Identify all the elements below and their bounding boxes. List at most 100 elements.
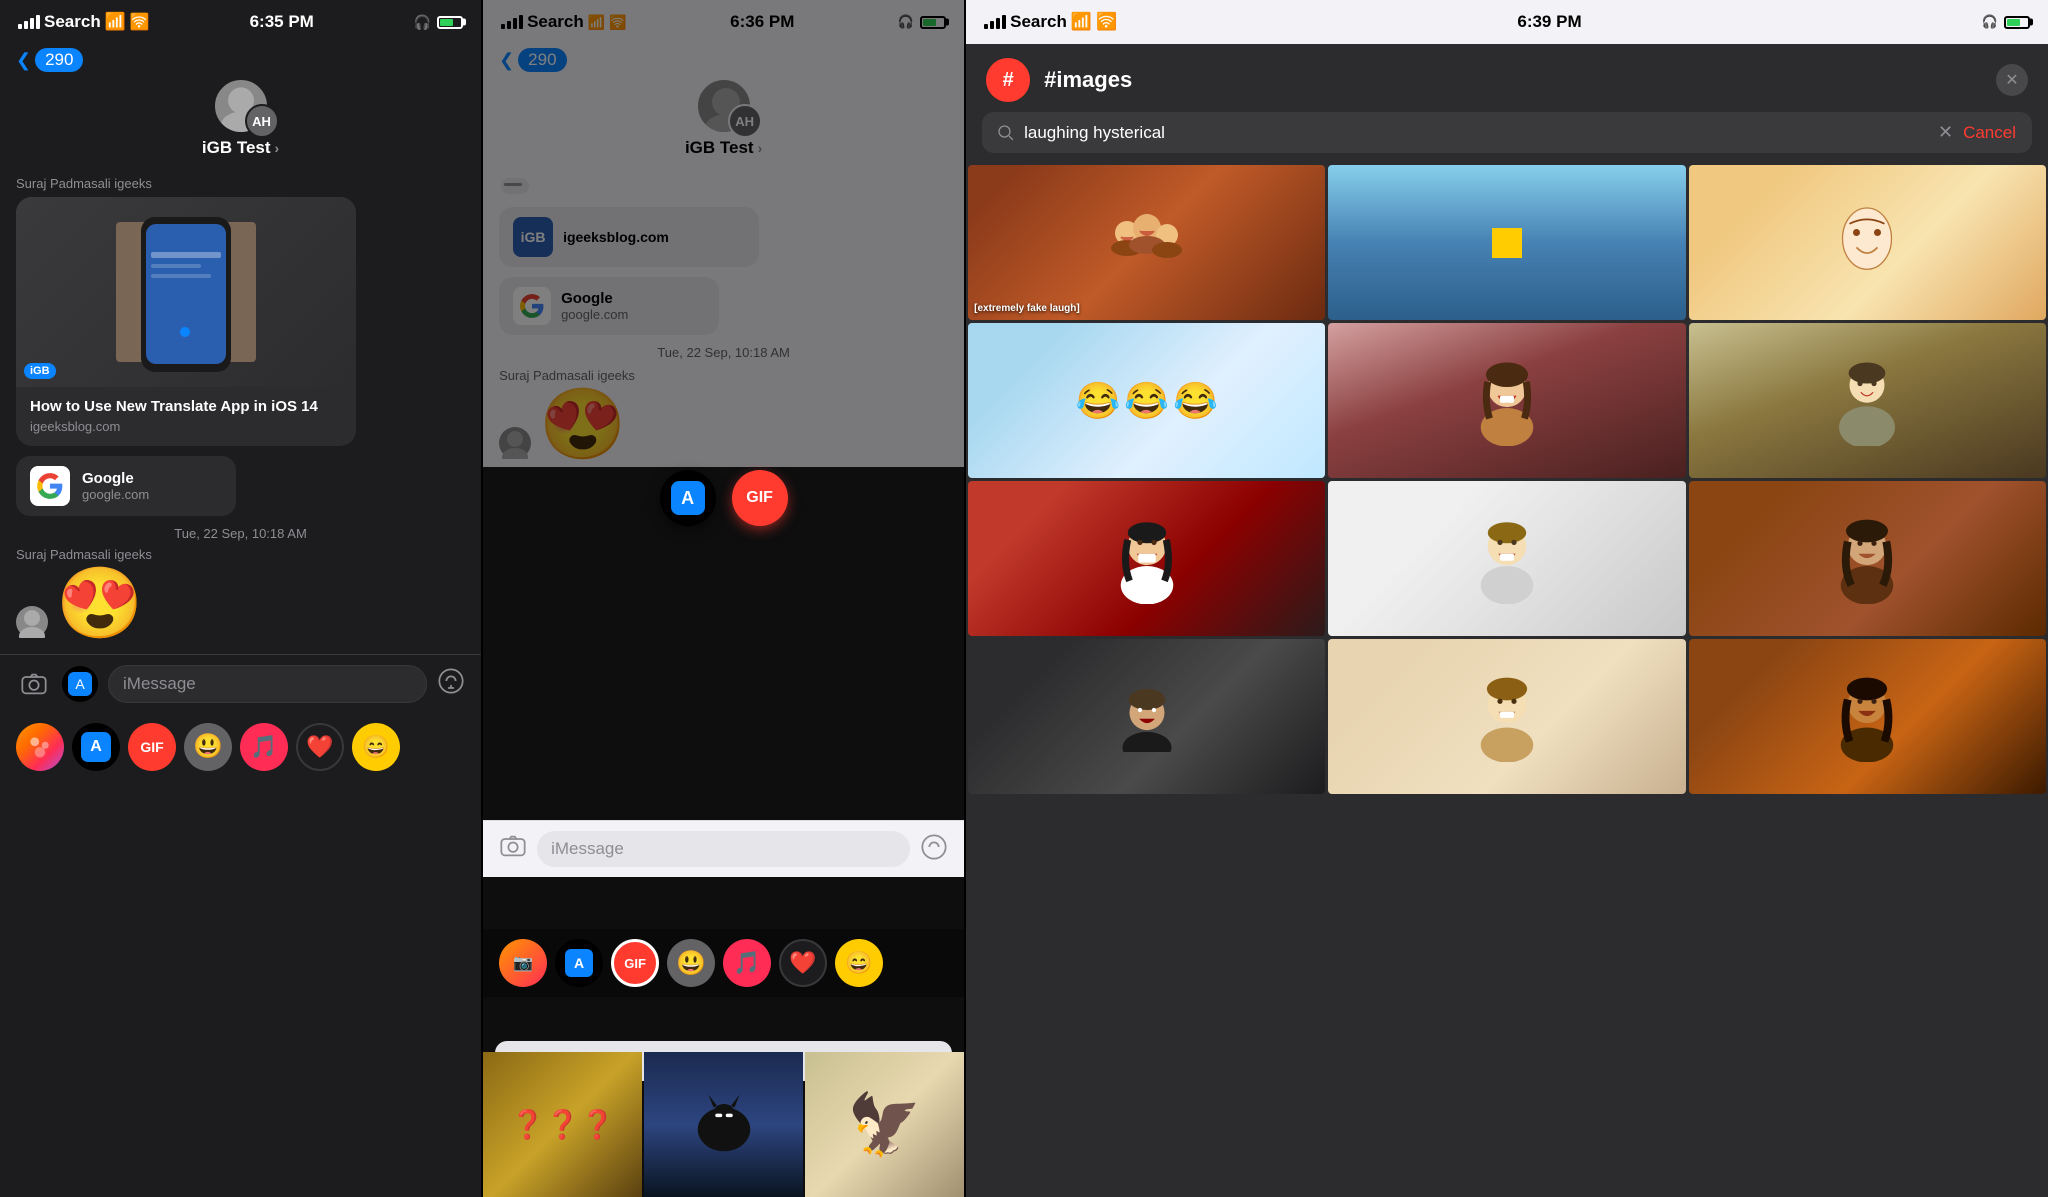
tray-music-p1[interactable]: 🎵: [240, 723, 288, 771]
audio-icon-p2: [920, 833, 948, 861]
camera-button-p1[interactable]: [16, 666, 52, 702]
sender-label-p1: Suraj Padmasali igeeks: [16, 176, 465, 191]
p3-title: #images: [1044, 67, 1982, 93]
fitness-icon: ❤️: [306, 734, 333, 760]
person-brown-svg: [1832, 514, 1902, 604]
tray-fitness-p2[interactable]: ❤️: [779, 939, 827, 987]
clear-icon-p3[interactable]: ✕: [1938, 122, 1953, 143]
img-cell-8[interactable]: [1328, 481, 1685, 636]
app-tray-p1: A GIF 😃 🎵 ❤️ 😄: [0, 713, 481, 787]
batman-svg: [689, 1090, 759, 1160]
imessage-input-p2[interactable]: iMessage: [537, 831, 910, 867]
laugh-emoji-2: 😂: [1124, 380, 1169, 422]
tray-photos-p2[interactable]: 📷: [499, 939, 547, 987]
avatar-initials-p1: AH: [245, 104, 279, 138]
music-icon: 🎵: [250, 734, 277, 760]
headphone-icon: 🎧: [414, 14, 431, 31]
status-bar-p3: Search 📶 🛜 6:39 PM 🎧: [966, 0, 2048, 44]
gif-cell-3[interactable]: 🦅: [805, 1052, 964, 1197]
dark-brown-svg: [1832, 672, 1902, 762]
close-button-p3[interactable]: ✕: [1996, 64, 2028, 96]
google-link-p1[interactable]: Google google.com: [16, 456, 236, 516]
panel-2-content: Search 📶 🛜 6:36 PM 🎧 ❮ 290: [483, 0, 964, 1197]
audio-btn-p2[interactable]: [920, 833, 948, 866]
tray-music-p2[interactable]: 🎵: [723, 939, 771, 987]
image-grid-p3: [extremely fake laugh] 😂: [966, 165, 2048, 794]
img-cell-6[interactable]: [1689, 323, 2046, 478]
back-button-p1[interactable]: ❮ 290: [16, 48, 83, 72]
tray-appstore-p1[interactable]: A: [72, 723, 120, 771]
light-scene-svg: [1472, 514, 1542, 604]
img-overlay-text-1: [extremely fake laugh]: [974, 303, 1080, 314]
img-cell-7[interactable]: [968, 481, 1325, 636]
img-cell-4[interactable]: 😂 😂 😂: [968, 323, 1325, 478]
float-appstore-p2[interactable]: A: [660, 470, 716, 526]
messages-area-p1: Suraj Padmasali igeeks: [0, 168, 481, 654]
link-preview-domain: igeeksblog.com: [30, 419, 342, 434]
float-gifs-label: GIF: [746, 489, 773, 507]
headphone-icon-p3: 🎧: [1982, 14, 1998, 30]
link-preview-text: How to Use New Translate App in iOS 14 i…: [16, 387, 356, 446]
sketch-face-svg: [1832, 198, 1902, 288]
audio-icon: [437, 667, 465, 695]
img-cell-1[interactable]: [extremely fake laugh]: [968, 165, 1325, 320]
camera-btn-p2[interactable]: [499, 832, 527, 866]
img-svg-1: [1097, 193, 1197, 293]
img-cell-5[interactable]: [1328, 323, 1685, 478]
status-bar-p1: Search 📶 🛜 6:35 PM 🎧: [0, 0, 481, 44]
memoji-icon: 😃: [193, 732, 223, 761]
floating-icons-p2: A GIF: [660, 470, 788, 526]
woman-red-svg: [1112, 514, 1182, 604]
google-text: Google google.com: [82, 470, 149, 502]
gifs-label: GIF: [140, 739, 163, 755]
img-cell-10[interactable]: [968, 639, 1325, 794]
chevron-right-icon: ›: [275, 140, 280, 156]
bird-emoji: 🦅: [847, 1089, 922, 1160]
cancel-button-p3[interactable]: Cancel: [1963, 123, 2016, 143]
p3-header: # #images ✕: [966, 44, 2048, 112]
img-cell-9[interactable]: [1689, 481, 2046, 636]
tray-animoji-p2[interactable]: 😄: [835, 939, 883, 987]
gif-cell-2[interactable]: [644, 1052, 803, 1197]
img-cell-11[interactable]: [1328, 639, 1685, 794]
search-input-p3[interactable]: laughing hysterical: [1024, 123, 1928, 143]
search-bar-p3[interactable]: laughing hysterical ✕ Cancel: [982, 112, 2032, 153]
battery-icon-p1: [437, 16, 463, 29]
camera-icon: [20, 670, 48, 698]
appstore-button-p1[interactable]: A: [62, 666, 98, 702]
link-preview-image: iGB: [16, 197, 356, 387]
battery-fill: [440, 19, 453, 26]
imessage-input-p1[interactable]: iMessage: [108, 665, 427, 703]
tray-gifs-p1[interactable]: GIF: [128, 723, 176, 771]
tray-gifs-active-p2[interactable]: GIF: [611, 939, 659, 987]
tray-animoji-p1[interactable]: 😄: [352, 723, 400, 771]
search-icon-p3: [998, 125, 1014, 141]
float-gifs-p2[interactable]: GIF: [732, 470, 788, 526]
tray-memoji-p2[interactable]: 😃: [667, 939, 715, 987]
tan-svg: [1472, 672, 1542, 762]
panel-3-inner: Search 📶 🛜 6:39 PM 🎧 # #images ✕: [966, 0, 2048, 1197]
img-cell-3[interactable]: [1689, 165, 2046, 320]
link-preview-translate[interactable]: iGB How to Use New Translate App in iOS …: [16, 197, 356, 446]
tray-appstore-p2[interactable]: A: [555, 939, 603, 987]
img-cell-2[interactable]: [1328, 165, 1685, 320]
img-cell-12[interactable]: [1689, 639, 2046, 794]
emoji-message: 😍: [56, 568, 143, 638]
laugh-emoji-3: 😂: [1173, 380, 1218, 422]
chat-title-p1[interactable]: iGB Test ›: [202, 138, 279, 158]
chevron-left-icon: ❮: [16, 50, 31, 71]
tray-photos-p1[interactable]: [16, 723, 64, 771]
man-svg: [1832, 356, 1902, 446]
animoji-icon: 😄: [362, 734, 389, 760]
tray-memoji-p1[interactable]: 😃: [184, 723, 232, 771]
audio-button-p1[interactable]: [437, 667, 465, 701]
timestamp-p1: Tue, 22 Sep, 10:18 AM: [16, 526, 465, 541]
hashtag-icon-p3: #: [986, 58, 1030, 102]
tray-fitness-p1[interactable]: ❤️: [296, 723, 344, 771]
back-count-p1[interactable]: 290: [35, 48, 83, 72]
panel-1-imessage-dark: Search 📶 🛜 6:35 PM 🎧 ❮ 290: [0, 0, 481, 1197]
gif-cell-1[interactable]: ❓❓❓: [483, 1052, 642, 1197]
google-icon: [30, 466, 70, 506]
yellow-dot: [1492, 228, 1522, 258]
carrier-p3: Search 📶 🛜: [984, 12, 1117, 32]
